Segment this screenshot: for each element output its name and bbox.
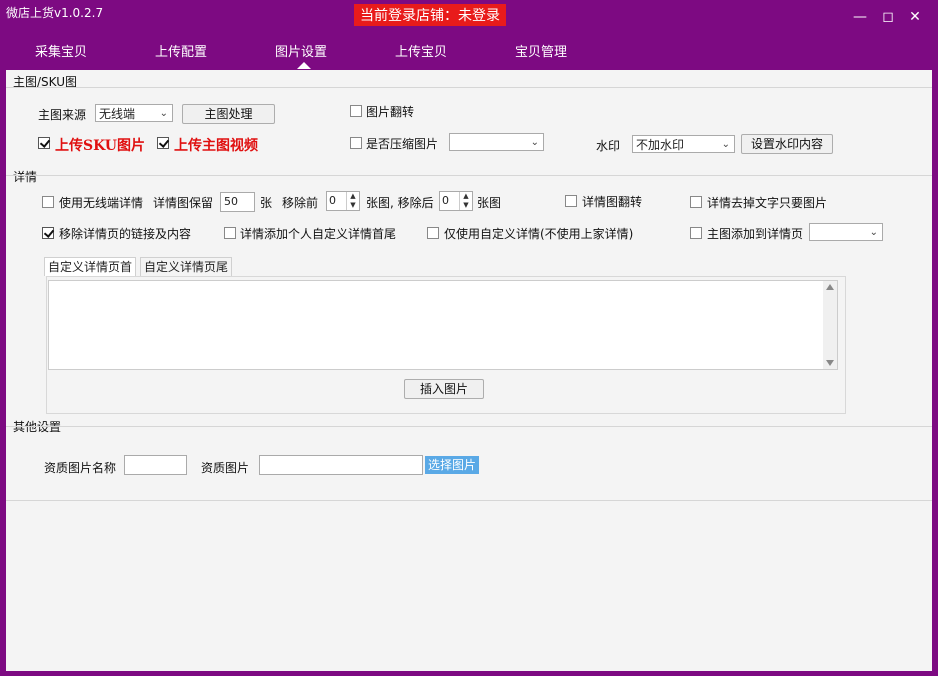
watermark-label: 水印 bbox=[596, 139, 621, 153]
remove-before-value: 0 bbox=[329, 194, 336, 207]
qual-name-input[interactable] bbox=[124, 455, 187, 475]
chevron-down-icon: ⌄ bbox=[159, 108, 168, 119]
chevron-down-icon: ⌄ bbox=[721, 139, 730, 150]
watermark-value: 不加水印 bbox=[636, 138, 685, 152]
add-custom-detail-label: 详情添加个人自定义详情首尾 bbox=[240, 227, 397, 241]
only-custom-detail-label: 仅使用自定义详情(不使用上家详情) bbox=[444, 227, 634, 241]
remove-after-value: 0 bbox=[442, 194, 449, 207]
keep-unit-label: 张 bbox=[260, 196, 273, 210]
qual-image-label: 资质图片 bbox=[201, 461, 250, 475]
settings-panel: 主图/SKU图 主图来源 无线端 ⌄ 主图处理 图片翻转 上传SKU图片 上传主… bbox=[6, 70, 932, 671]
section-divider bbox=[6, 426, 932, 427]
scroll-down-icon[interactable] bbox=[826, 360, 834, 366]
remove-text-checkbox[interactable] bbox=[690, 196, 702, 208]
maximize-icon[interactable]: ◻ bbox=[880, 9, 896, 25]
section-title-detail: 详情 bbox=[13, 170, 38, 184]
scroll-up-icon[interactable] bbox=[826, 284, 834, 290]
tab-item-management[interactable]: 宝贝管理 bbox=[515, 41, 567, 60]
remove-after-label: 张图, 移除后 bbox=[366, 196, 434, 210]
chevron-down-icon: ⌄ bbox=[530, 137, 539, 148]
custom-detail-textarea[interactable] bbox=[48, 280, 838, 370]
main-source-select[interactable]: 无线端 ⌄ bbox=[95, 104, 173, 122]
main-to-detail-select[interactable]: ⌄ bbox=[809, 223, 883, 241]
keep-count-input[interactable]: 50 bbox=[220, 192, 255, 212]
login-status-badge: 当前登录店铺：未登录 bbox=[354, 4, 506, 26]
compress-image-label: 是否压缩图片 bbox=[366, 137, 439, 151]
main-to-detail-checkbox[interactable] bbox=[690, 227, 702, 239]
qual-name-label: 资质图片名称 bbox=[44, 461, 117, 475]
tab-custom-header[interactable]: 自定义详情页首 bbox=[44, 257, 137, 276]
active-tab-caret-icon bbox=[297, 62, 311, 69]
tab-collect[interactable]: 采集宝贝 bbox=[35, 41, 87, 60]
main-source-label: 主图来源 bbox=[38, 108, 87, 122]
use-wireless-detail-checkbox[interactable] bbox=[42, 196, 54, 208]
remove-text-label: 详情去掉文字只要图片 bbox=[707, 196, 828, 210]
stepper-arrows-icon[interactable]: ▲ ▼ bbox=[346, 192, 359, 210]
insert-image-button[interactable]: 插入图片 bbox=[404, 379, 484, 399]
only-custom-detail-checkbox[interactable] bbox=[427, 227, 439, 239]
upload-sku-checkbox[interactable] bbox=[38, 137, 50, 149]
stepper-arrows-icon[interactable]: ▲ ▼ bbox=[459, 192, 472, 210]
remove-links-checkbox[interactable] bbox=[42, 227, 54, 239]
remove-links-label: 移除详情页的链接及内容 bbox=[59, 227, 192, 241]
choose-image-button[interactable]: 选择图片 bbox=[425, 456, 480, 474]
title-bar: 微店上货v1.0.2.7 当前登录店铺：未登录 — ◻ ✕ bbox=[0, 0, 938, 32]
upload-video-checkbox[interactable] bbox=[157, 137, 169, 149]
tab-upload-config[interactable]: 上传配置 bbox=[155, 41, 207, 60]
tab-custom-footer[interactable]: 自定义详情页尾 bbox=[140, 257, 233, 276]
remove-before-label: 移除前 bbox=[282, 196, 319, 210]
main-source-value: 无线端 bbox=[99, 107, 136, 121]
main-nav: 采集宝贝 上传配置 图片设置 上传宝贝 宝贝管理 bbox=[0, 32, 938, 72]
remove-after-unit-label: 张图 bbox=[477, 196, 502, 210]
watermark-select[interactable]: 不加水印 ⌄ bbox=[632, 135, 735, 153]
use-wireless-detail-label: 使用无线端详情 bbox=[59, 196, 144, 210]
close-icon[interactable]: ✕ bbox=[907, 9, 923, 25]
section-divider bbox=[6, 87, 932, 88]
upload-sku-label: 上传SKU图片 bbox=[55, 138, 145, 154]
compress-image-checkbox[interactable] bbox=[350, 137, 362, 149]
flip-image-checkbox[interactable] bbox=[350, 105, 362, 117]
tab-image-settings[interactable]: 图片设置 bbox=[275, 41, 327, 60]
section-divider bbox=[6, 500, 932, 501]
qual-image-input[interactable] bbox=[259, 455, 423, 475]
app-window: 微店上货v1.0.2.7 当前登录店铺：未登录 — ◻ ✕ 采集宝贝 上传配置 … bbox=[0, 0, 938, 676]
remove-after-stepper[interactable]: 0 ▲ ▼ bbox=[439, 191, 473, 211]
keep-label: 详情图保留 bbox=[153, 196, 214, 210]
upload-video-label: 上传主图视频 bbox=[174, 138, 258, 154]
flip-image-label: 图片翻转 bbox=[366, 105, 415, 119]
detail-flip-label: 详情图翻转 bbox=[582, 195, 643, 209]
textarea-scrollbar[interactable] bbox=[823, 281, 837, 369]
add-custom-detail-checkbox[interactable] bbox=[224, 227, 236, 239]
main-to-detail-label: 主图添加到详情页 bbox=[707, 227, 804, 241]
tab-upload-items[interactable]: 上传宝贝 bbox=[395, 41, 447, 60]
app-title: 微店上货v1.0.2.7 bbox=[6, 6, 104, 20]
chevron-down-icon: ⌄ bbox=[869, 227, 878, 238]
section-divider bbox=[6, 175, 932, 176]
detail-flip-checkbox[interactable] bbox=[565, 195, 577, 207]
main-process-button[interactable]: 主图处理 bbox=[182, 104, 275, 124]
watermark-settings-button[interactable]: 设置水印内容 bbox=[741, 134, 833, 154]
minimize-icon[interactable]: — bbox=[852, 9, 868, 25]
remove-before-stepper[interactable]: 0 ▲ ▼ bbox=[326, 191, 360, 211]
compress-select[interactable]: ⌄ bbox=[449, 133, 544, 151]
